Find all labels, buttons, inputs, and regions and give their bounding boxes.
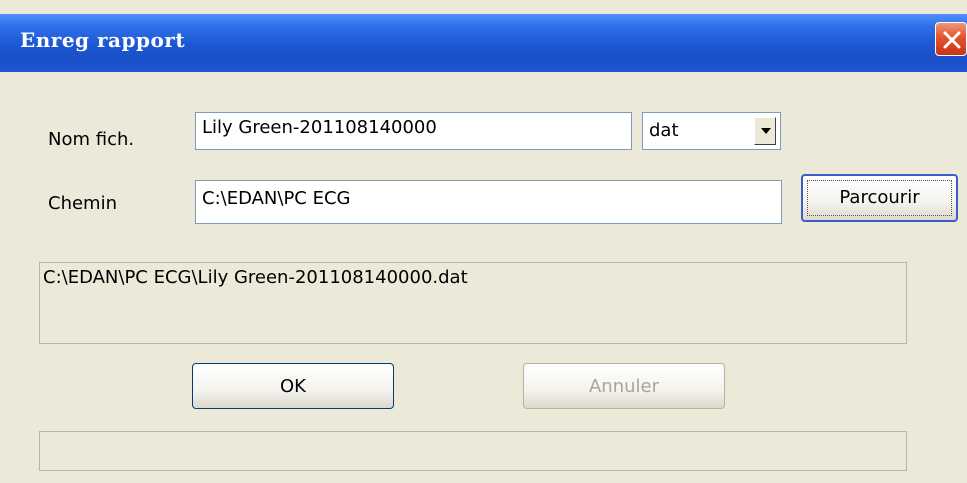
browse-button[interactable]: Parcourir: [801, 174, 958, 222]
close-button[interactable]: [935, 22, 967, 56]
dropdown-button[interactable]: [754, 117, 776, 145]
extension-value: dat: [649, 120, 679, 141]
full-path-display: C:\EDAN\PC ECG\Lily Green-201108140000.d…: [39, 262, 907, 344]
path-label: Chemin: [48, 193, 117, 214]
window-title: Enreg rapport: [20, 28, 186, 52]
save-report-dialog: Enreg rapport Nom fich. Lily Green-20110…: [0, 0, 967, 483]
status-bar: [39, 431, 907, 471]
ok-button[interactable]: OK: [192, 363, 394, 409]
cancel-button[interactable]: Annuler: [523, 363, 725, 409]
filename-input[interactable]: Lily Green-201108140000: [195, 112, 632, 150]
path-input[interactable]: C:\EDAN\PC ECG: [195, 180, 782, 224]
chevron-down-icon: [761, 128, 771, 134]
extension-select[interactable]: dat: [642, 112, 781, 150]
close-icon: [943, 31, 961, 49]
title-bar-area: Enreg rapport: [0, 0, 967, 76]
focus-rectangle: [807, 180, 952, 216]
filename-label: Nom fich.: [48, 129, 135, 150]
